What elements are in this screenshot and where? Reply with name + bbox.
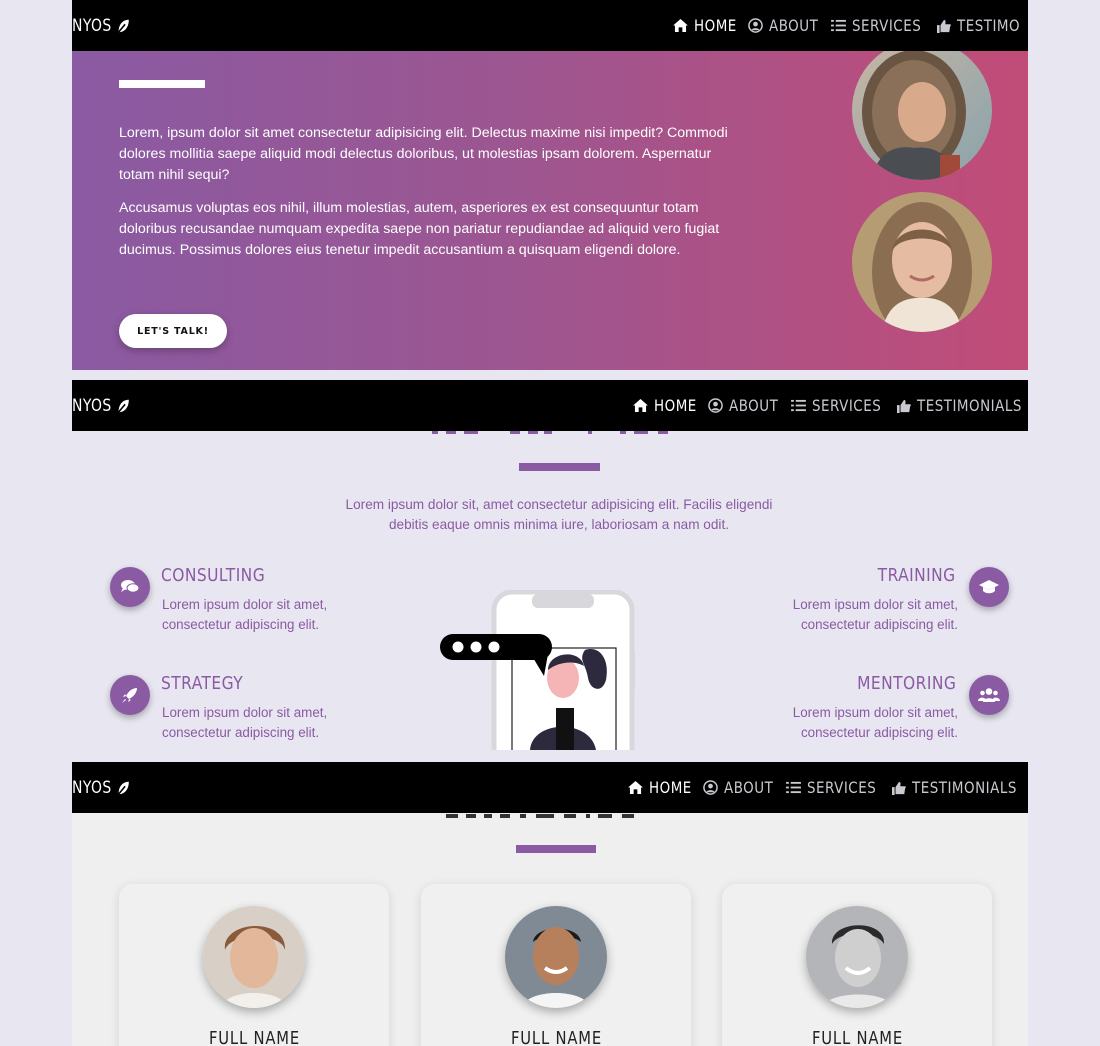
section-divider <box>519 463 600 471</box>
hero-divider <box>119 80 205 88</box>
nav-label: HOME <box>654 396 697 415</box>
home-icon <box>673 19 688 32</box>
section-divider <box>516 845 596 853</box>
list-icon <box>830 19 846 32</box>
list-icon <box>790 399 806 412</box>
profile-photo-1 <box>852 40 992 180</box>
leaf-icon <box>118 399 130 413</box>
lets-talk-button[interactable]: LET'S TALK! <box>119 314 227 348</box>
testimonial-avatar <box>203 906 305 1008</box>
thumbs-up-icon <box>892 781 906 795</box>
service-title-training: TRAINING <box>878 565 956 586</box>
comments-icon <box>121 580 140 593</box>
testimonial-name: FULL NAME <box>722 1028 992 1046</box>
nav-label: HOME <box>694 16 737 35</box>
nav-label: TESTIMONIALS <box>917 396 1022 415</box>
nav-item-testimonials[interactable]: TESTIMONIALS <box>897 396 1028 415</box>
testimonial-avatar <box>505 906 607 1008</box>
nav-label: SERVICES <box>811 396 881 415</box>
service-title-consulting: CONSULTING <box>161 565 266 586</box>
nav-item-services[interactable]: SERVICES <box>790 396 881 415</box>
hero-section: NYOS HOME ABOUT SERVICES TESTIMO Lorem, … <box>72 0 1028 370</box>
navbar: NYOS HOME ABOUT SERVICES TESTIMONIALS <box>72 380 1028 431</box>
nav-item-testimonials[interactable]: TESTIMO <box>937 16 1021 35</box>
testimonial-card: FULL NAME <box>421 884 691 1046</box>
user-circle-icon <box>748 18 763 33</box>
leaf-icon <box>118 19 130 33</box>
nav-item-home[interactable]: HOME <box>673 16 736 35</box>
nav-menu: HOME ABOUT SERVICES TESTIMO <box>673 0 1028 51</box>
nav-label: ABOUT <box>768 16 819 35</box>
brand-name: NYOS <box>72 395 112 416</box>
testimonial-card: FULL NAME <box>722 884 992 1046</box>
users-icon <box>978 688 1000 702</box>
nav-item-testimonials[interactable]: TESTIMONIALS <box>892 778 1023 797</box>
section-title-fragment <box>446 814 634 818</box>
service-strategy-icon-button <box>110 675 150 715</box>
nav-label: SERVICES <box>851 16 921 35</box>
brand-name: NYOS <box>72 15 112 36</box>
service-desc-mentoring: Lorem ipsum dolor sit amet, consectetur … <box>792 705 958 740</box>
service-training-icon-button <box>969 567 1009 607</box>
home-icon <box>633 399 648 412</box>
hero-paragraph-1: Lorem, ipsum dolor sit amet consectetur … <box>119 125 728 183</box>
thumbs-up-icon <box>897 399 911 413</box>
services-section: NYOS HOME ABOUT SERVICES TESTIMONIALS Lo… <box>72 380 1028 750</box>
nav-item-services[interactable]: SERVICES <box>830 16 921 35</box>
nav-item-home[interactable]: HOME <box>633 396 696 415</box>
service-mentoring-icon-button <box>969 675 1009 715</box>
testimonial-name-text: FULL NAME <box>510 1028 602 1046</box>
service-title-strategy: STRATEGY <box>161 673 244 694</box>
testimonials-section: NYOS HOME ABOUT SERVICES TESTIMONIALS FU… <box>72 762 1028 1046</box>
home-icon <box>628 781 643 794</box>
navbar: NYOS HOME ABOUT SERVICES TESTIMO <box>72 0 1028 51</box>
nav-label: TESTIMO <box>957 16 1021 35</box>
service-desc-strategy: Lorem ipsum dolor sit amet, consectetur … <box>162 705 328 740</box>
brand-logo[interactable]: NYOS <box>72 0 131 51</box>
testimonial-name-text: FULL NAME <box>811 1028 903 1046</box>
leaf-icon <box>118 781 130 795</box>
brand-name: NYOS <box>72 777 112 798</box>
brand-logo[interactable]: NYOS <box>72 762 131 813</box>
nav-label: ABOUT <box>728 396 779 415</box>
nav-label: HOME <box>649 778 692 797</box>
thumbs-up-icon <box>937 19 951 33</box>
profile-photo-2 <box>852 192 992 332</box>
brand-logo[interactable]: NYOS <box>72 380 131 431</box>
rocket-icon <box>122 688 137 703</box>
nav-label: ABOUT <box>723 778 774 797</box>
phone-chat-illustration <box>440 590 635 750</box>
nav-label: SERVICES <box>806 778 876 797</box>
service-desc-training: Lorem ipsum dolor sit amet, consectetur … <box>792 597 958 632</box>
testimonial-name: FULL NAME <box>421 1028 691 1046</box>
nav-item-home[interactable]: HOME <box>628 778 691 797</box>
nav-item-about[interactable]: ABOUT <box>708 396 778 415</box>
testimonial-name: FULL NAME <box>119 1028 389 1046</box>
service-desc-consulting: Lorem ipsum dolor sit amet, consectetur … <box>162 597 328 632</box>
user-circle-icon <box>708 398 723 413</box>
service-consulting-icon-button <box>110 567 150 607</box>
testimonial-name-text: FULL NAME <box>208 1028 300 1046</box>
user-circle-icon <box>703 780 718 795</box>
nav-label: TESTIMONIALS <box>912 778 1017 797</box>
section-title-fragment <box>432 430 668 434</box>
nav-item-about[interactable]: ABOUT <box>703 778 773 797</box>
hero-paragraph-2: Accusamus voluptas eos nihil, illum mole… <box>119 200 720 258</box>
navbar: NYOS HOME ABOUT SERVICES TESTIMONIALS <box>72 762 1028 813</box>
graduation-cap-icon <box>979 580 999 594</box>
nav-menu: HOME ABOUT SERVICES TESTIMONIALS <box>628 762 1028 813</box>
nav-item-services[interactable]: SERVICES <box>785 778 876 797</box>
nav-menu: HOME ABOUT SERVICES TESTIMONIALS <box>633 380 1028 431</box>
list-icon <box>785 781 801 794</box>
services-lead: Lorem ipsum dolor sit, amet consectetur … <box>345 497 773 532</box>
nav-item-about[interactable]: ABOUT <box>748 16 818 35</box>
testimonial-card: FULL NAME <box>119 884 389 1046</box>
service-title-mentoring: MENTORING <box>856 673 956 694</box>
testimonial-avatar <box>806 906 908 1008</box>
